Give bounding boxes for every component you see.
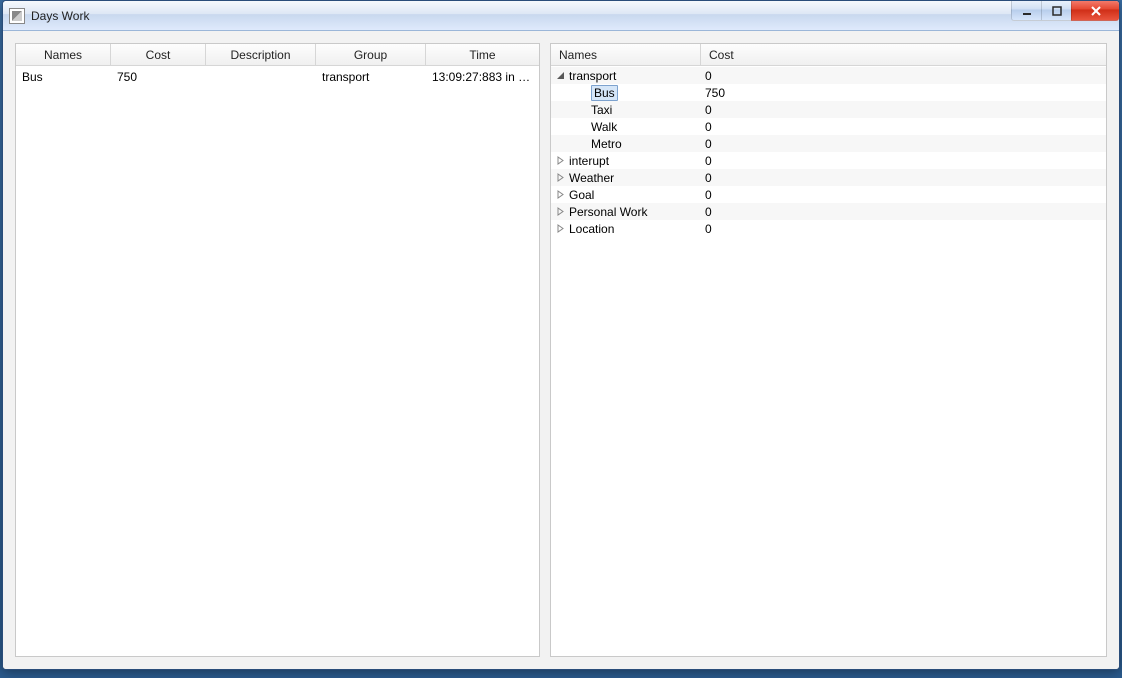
table-row[interactable]: Bus750 transport13:09:27:883 in 20...: [16, 66, 539, 88]
left-grid-header: Names Cost Description Group Time: [16, 44, 539, 66]
right-tree-header: Names Cost: [551, 44, 1106, 66]
tree-indent: Bus: [551, 85, 701, 101]
tree-row[interactable]: Metro 0: [551, 135, 1106, 152]
app-icon: [9, 8, 25, 24]
tree-node-label[interactable]: Walk: [591, 120, 617, 134]
tree-col-header-names[interactable]: Names: [551, 44, 701, 65]
tree-node-cost: 0: [701, 205, 1106, 219]
titlebar[interactable]: Days Work: [3, 1, 1119, 31]
tree-node-label[interactable]: Personal Work: [569, 205, 647, 219]
tree-row[interactable]: Goal 0: [551, 186, 1106, 203]
tree-indent: interupt: [551, 154, 701, 168]
tree-node-label[interactable]: interupt: [569, 154, 609, 168]
left-grid-panel: Names Cost Description Group Time Bus750…: [15, 43, 540, 657]
minimize-icon: [1021, 5, 1033, 17]
col-header-description[interactable]: Description: [206, 44, 316, 65]
tree-node-cost: 0: [701, 188, 1106, 202]
tree-node-cost: 0: [701, 154, 1106, 168]
tree-node-cost: 0: [701, 120, 1106, 134]
tree-node-cost: 750: [701, 86, 1106, 100]
chevron-right-icon[interactable]: [555, 224, 565, 234]
tree-node-cost: 0: [701, 103, 1106, 117]
tree-indent: Weather: [551, 171, 701, 185]
close-icon: [1089, 5, 1103, 17]
cell-time: 13:09:27:883 in 20...: [426, 70, 539, 84]
tree-indent: Goal: [551, 188, 701, 202]
tree-node-cost: 0: [701, 137, 1106, 151]
tree-node-label[interactable]: Goal: [569, 188, 594, 202]
maximize-icon: [1051, 5, 1063, 17]
close-button[interactable]: [1071, 1, 1119, 21]
left-grid-body: Bus750 transport13:09:27:883 in 20...: [16, 66, 539, 656]
tree-node-label[interactable]: Bus: [591, 85, 618, 101]
col-header-time[interactable]: Time: [426, 44, 539, 65]
tree-node-cost: 0: [701, 222, 1106, 236]
tree-row[interactable]: interupt 0: [551, 152, 1106, 169]
cell-group: transport: [316, 70, 426, 84]
chevron-down-icon[interactable]: [555, 71, 565, 81]
expander-spacer: [577, 139, 587, 149]
client-area: Names Cost Description Group Time Bus750…: [3, 31, 1119, 669]
tree-node-label[interactable]: transport: [569, 69, 616, 83]
col-header-cost[interactable]: Cost: [111, 44, 206, 65]
tree-indent: Metro: [551, 137, 701, 151]
tree-row[interactable]: Location 0: [551, 220, 1106, 237]
chevron-right-icon[interactable]: [555, 173, 565, 183]
col-header-names[interactable]: Names: [16, 44, 111, 65]
chevron-right-icon[interactable]: [555, 207, 565, 217]
tree-node-label[interactable]: Location: [569, 222, 614, 236]
maximize-button[interactable]: [1041, 1, 1071, 21]
right-tree-body: transport0Bus750Taxi0Walk0Metro0interupt…: [551, 66, 1106, 656]
tree-indent: Walk: [551, 120, 701, 134]
app-window: Days Work Names Cost Description: [2, 0, 1120, 670]
chevron-right-icon[interactable]: [555, 156, 565, 166]
tree-row[interactable]: Weather 0: [551, 169, 1106, 186]
tree-node-label[interactable]: Metro: [591, 137, 622, 151]
tree-row[interactable]: transport 0: [551, 67, 1106, 84]
minimize-button[interactable]: [1011, 1, 1041, 21]
tree-node-cost: 0: [701, 171, 1106, 185]
tree-indent: Personal Work: [551, 205, 701, 219]
tree-col-header-cost[interactable]: Cost: [701, 44, 1106, 65]
tree-node-label[interactable]: Weather: [569, 171, 614, 185]
tree-node-label[interactable]: Taxi: [591, 103, 612, 117]
cell-cost: 750: [111, 70, 206, 84]
tree-indent: Location: [551, 222, 701, 236]
chevron-right-icon[interactable]: [555, 190, 565, 200]
tree-row[interactable]: Walk 0: [551, 118, 1106, 135]
col-header-group[interactable]: Group: [316, 44, 426, 65]
tree-indent: transport: [551, 69, 701, 83]
tree-node-cost: 0: [701, 69, 1106, 83]
tree-row[interactable]: Bus 750: [551, 84, 1106, 101]
window-controls: [1011, 1, 1119, 21]
expander-spacer: [577, 105, 587, 115]
right-tree-panel: Names Cost transport0Bus750Taxi0Walk0Met…: [550, 43, 1107, 657]
tree-row[interactable]: Taxi 0: [551, 101, 1106, 118]
cell-names: Bus: [16, 70, 111, 84]
window-title: Days Work: [31, 9, 89, 23]
expander-spacer: [577, 122, 587, 132]
tree-row[interactable]: Personal Work 0: [551, 203, 1106, 220]
expander-spacer: [577, 88, 587, 98]
tree-indent: Taxi: [551, 103, 701, 117]
